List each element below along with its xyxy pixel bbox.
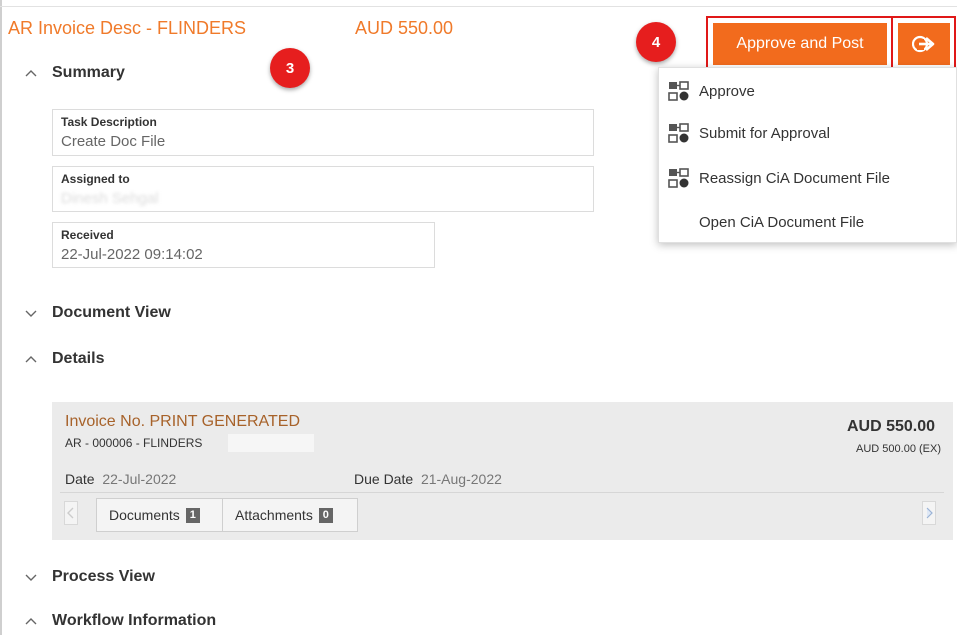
chevron-down-icon [25, 574, 37, 581]
invoice-amount: AUD 550.00 [846, 418, 935, 435]
section-workflow-information-header[interactable]: Workflow Information [24, 612, 216, 630]
task-description-field: Task Description Create Doc File [52, 109, 594, 156]
invoice-due-date: Due Date 21-Aug-2022 [354, 471, 502, 487]
field-label: Task Description [61, 115, 157, 129]
field-value: Dinesh Sehgal [61, 190, 159, 207]
menu-item-reassign[interactable]: Reassign CiA Document File [659, 158, 956, 198]
invoice-date: Date 22-Jul-2022 [65, 471, 176, 487]
invoice-card: Invoice No. PRINT GENERATED AR - 000006 … [52, 402, 953, 540]
tabs-next-button[interactable] [922, 501, 936, 525]
chevron-left-icon [67, 507, 74, 519]
invoice-customer: AR - 000006 - FLINDERS [65, 436, 203, 450]
assigned-to-field: Assigned to Dinesh Sehgal [52, 166, 594, 212]
chevron-up-icon [25, 70, 37, 77]
field-value: 22-Jul-2022 09:14:02 [61, 246, 203, 263]
chevron-down-icon [25, 310, 37, 317]
menu-item-label: Reassign CiA Document File [699, 169, 890, 187]
date-value: 22-Jul-2022 [102, 471, 177, 487]
menu-item-open-document[interactable]: Open CiA Document File [659, 202, 956, 242]
received-field: Received 22-Jul-2022 09:14:02 [52, 222, 435, 268]
tab-label: Attachments [235, 507, 313, 523]
workflow-icon [668, 81, 689, 101]
tab-attachments[interactable]: Attachments 0 [222, 498, 358, 532]
menu-item-approve[interactable]: Approve [659, 71, 956, 111]
tab-label: Documents [109, 507, 180, 523]
invoice-tabs-bar: Documents 1 Attachments 0 [60, 492, 944, 533]
chevron-right-icon [926, 507, 933, 519]
section-summary-header[interactable]: Summary [24, 64, 125, 82]
menu-item-label: Open CiA Document File [699, 213, 865, 231]
section-title: Details [52, 350, 105, 367]
header-divider [0, 6, 957, 7]
chevron-up-icon [25, 356, 37, 363]
redaction-mask [228, 434, 314, 452]
section-details-header[interactable]: Details [24, 350, 104, 368]
due-date-value: 21-Aug-2022 [420, 471, 502, 487]
workflow-actions-menu: Approve Submit for Approval Reassign CiA… [658, 67, 957, 243]
field-value: Create Doc File [61, 133, 166, 150]
chevron-up-icon [25, 618, 37, 625]
page-title: AR Invoice Desc - FLINDERS [8, 18, 247, 38]
tab-documents[interactable]: Documents 1 [96, 498, 223, 532]
workflow-icon [668, 168, 689, 188]
section-process-view-header[interactable]: Process View [24, 568, 155, 586]
tabs-prev-button[interactable] [64, 501, 78, 525]
section-title: Process View [52, 568, 155, 585]
menu-item-submit-for-approval[interactable]: Submit for Approval [659, 113, 956, 153]
workflow-arrow-icon [912, 35, 935, 53]
section-title: Workflow Information [52, 612, 217, 629]
page-border [0, 0, 2, 635]
field-label: Assigned to [61, 172, 130, 186]
tab-count-badge: 1 [185, 507, 200, 523]
section-document-view-header[interactable]: Document View [24, 304, 171, 322]
invoice-title[interactable]: Invoice No. PRINT GENERATED [65, 413, 300, 431]
invoice-amount-ex: AUD 500.00 (EX) [856, 443, 941, 455]
workflow-icon [668, 123, 689, 143]
tab-count-badge: 0 [318, 507, 333, 523]
step-badge-3: 3 [270, 48, 310, 88]
header-amount: AUD 550.00 [355, 18, 454, 38]
step-badge-4: 4 [636, 22, 676, 62]
due-date-label: Due Date [354, 471, 414, 487]
menu-item-label: Approve [699, 82, 755, 100]
section-title: Summary [52, 64, 125, 81]
approve-and-post-button[interactable]: Approve and Post [713, 23, 887, 65]
workflow-actions-button[interactable] [898, 23, 950, 65]
date-label: Date [65, 471, 95, 487]
menu-item-label: Submit for Approval [699, 124, 830, 142]
field-label: Received [61, 228, 114, 242]
section-title: Document View [52, 304, 171, 321]
